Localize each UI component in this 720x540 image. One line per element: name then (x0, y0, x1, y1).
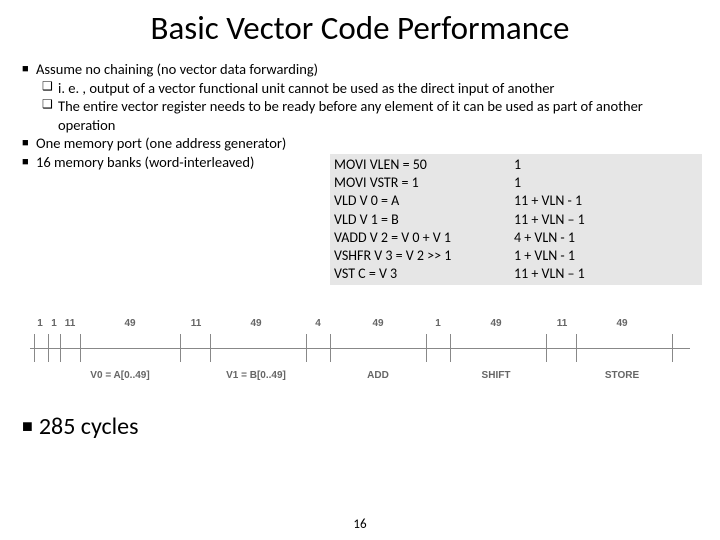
timeline-label: V0 = A[0..49] (90, 370, 149, 381)
timeline-tick (576, 334, 577, 362)
timeline-tick (546, 334, 547, 362)
code-cycles: 1 (514, 156, 698, 174)
timeline-tick (306, 334, 307, 362)
timeline-label: STORE (605, 370, 639, 381)
square-bullet-icon (22, 134, 36, 153)
code-cycles: 1 (514, 174, 698, 192)
timeline-tick (48, 334, 49, 362)
code-box: MOVI VLEN = 501 MOVI VSTR = 11 VLD V 0 =… (330, 154, 702, 285)
square-bullet-icon (22, 412, 39, 441)
code-cycles: 11 + VLN - 1 (514, 192, 698, 210)
timeline-tick (80, 334, 81, 362)
timeline-number: 49 (372, 318, 383, 329)
timeline-number: 1 (37, 318, 43, 329)
timeline-tick (426, 334, 427, 362)
timeline-tick (210, 334, 211, 362)
timeline-tick (450, 334, 451, 362)
code-instr: VLD V 0 = A (334, 192, 514, 210)
cycles-total: 285 cycles (39, 412, 139, 441)
timeline-tick (180, 334, 181, 362)
bullet-text: One memory port (one address generator) (36, 134, 698, 153)
code-instr: VADD V 2 = V 0 + V 1 (334, 229, 514, 247)
hollow-square-bullet-icon (42, 79, 58, 98)
timeline-number: 49 (490, 318, 501, 329)
timeline-number: 11 (191, 318, 202, 329)
timeline-number: 1 (435, 318, 441, 329)
result-text: 285 cycles (22, 412, 138, 441)
bullet-text: The entire vector register needs to be r… (58, 97, 698, 134)
timeline-number: 1 (51, 318, 57, 329)
timeline-tick (60, 334, 61, 362)
code-cycles: 11 + VLN – 1 (514, 211, 698, 229)
page-number: 16 (0, 517, 720, 532)
timeline-label: V1 = B[0..49] (226, 370, 286, 381)
slide-title: Basic Vector Code Performance (0, 0, 720, 60)
square-bullet-icon (22, 60, 36, 79)
timeline-number: 49 (250, 318, 261, 329)
code-instr: MOVI VLEN = 50 (334, 156, 514, 174)
square-bullet-icon (22, 153, 36, 172)
code-cycles: 4 + VLN - 1 (514, 229, 698, 247)
bullet-text: Assume no chaining (no vector data forwa… (36, 60, 698, 79)
code-instr: MOVI VSTR = 1 (334, 174, 514, 192)
timeline-diagram: 11114911494491491149V0 = A[0..49]V1 = B[… (30, 310, 690, 390)
timeline-tick (330, 334, 331, 362)
hollow-square-bullet-icon (42, 97, 58, 134)
timeline-number: 4 (315, 318, 321, 329)
timeline-label: SHIFT (482, 370, 511, 381)
code-cycles: 11 + VLN – 1 (514, 265, 698, 283)
code-instr: VLD V 1 = B (334, 211, 514, 229)
timeline-number: 49 (124, 318, 135, 329)
code-instr: VSHFR V 3 = V 2 >> 1 (334, 247, 514, 265)
timeline-number: 11 (557, 318, 568, 329)
timeline-number: 11 (65, 318, 76, 329)
timeline-axis (30, 348, 690, 349)
timeline-label: ADD (367, 370, 389, 381)
timeline-tick (34, 334, 35, 362)
code-instr: VST C = V 3 (334, 265, 514, 283)
timeline-number: 49 (616, 318, 627, 329)
bullet-text: i. e. , output of a vector functional un… (58, 79, 698, 98)
code-cycles: 1 + VLN - 1 (514, 247, 698, 265)
timeline-tick (672, 334, 673, 362)
